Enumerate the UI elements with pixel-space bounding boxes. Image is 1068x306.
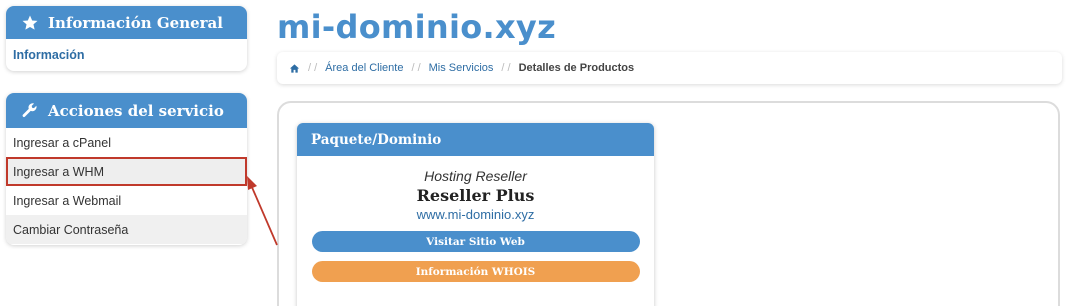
action-whm[interactable]: Ingresar a WHM [6,157,247,186]
service-actions-title: Acciones del servicio [48,101,224,120]
breadcrumb-separator: / / [501,62,511,74]
general-info-panel: Información General Información [6,6,247,71]
general-info-title: Información General [48,13,223,32]
breadcrumb: / / Área del Cliente / / Mis Servicios /… [277,52,1062,84]
general-info-header: Información General [6,6,247,39]
package-card-header: Paquete/Dominio [297,123,654,156]
star-icon [21,14,39,32]
home-icon[interactable] [289,63,300,74]
whois-info-button[interactable]: Información WHOIS [311,261,640,282]
action-webmail[interactable]: Ingresar a Webmail [6,186,247,215]
domain-link[interactable]: www.mi-dominio.xyz [297,207,654,222]
action-cpanel[interactable]: Ingresar a cPanel [6,128,247,157]
breadcrumb-client-area[interactable]: Área del Cliente [325,62,403,74]
breadcrumb-current: Detalles de Productos [518,62,635,74]
hosting-type: Hosting Reseller [424,168,527,184]
package-card: Paquete/Dominio Hosting Reseller Reselle… [297,123,654,306]
service-actions-panel: Acciones del servicio Ingresar a cPanel … [6,93,247,245]
wrench-icon [21,102,39,120]
visit-website-button[interactable]: Visitar Sitio Web [311,231,640,252]
breadcrumb-separator: / / [411,62,421,74]
informacion-link[interactable]: Información [6,39,247,71]
service-actions-header: Acciones del servicio [6,93,247,128]
breadcrumb-my-services[interactable]: Mis Servicios [429,62,494,74]
page-title: mi-dominio.xyz [277,8,557,46]
action-change-password[interactable]: Cambiar Contraseña [6,215,247,244]
plan-name: Reseller Plus [416,186,535,205]
breadcrumb-separator: / / [308,62,318,74]
